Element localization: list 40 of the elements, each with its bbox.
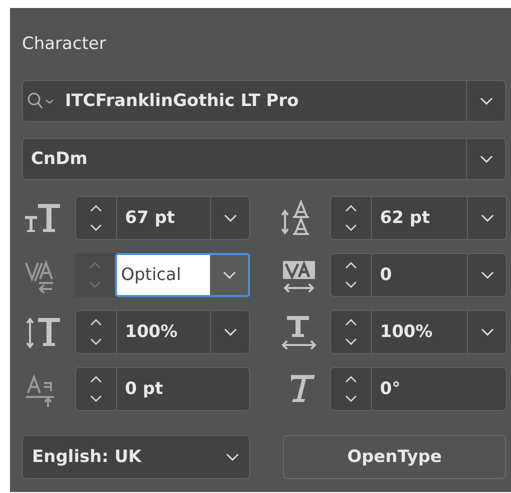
font-family-value: ITCFranklinGothic LT Pro — [64, 91, 300, 111]
up-down-arrows-icon — [344, 374, 358, 404]
chevron-down-icon — [480, 155, 492, 163]
up-down-arrows-icon — [89, 317, 103, 347]
up-down-arrows-icon — [88, 260, 102, 290]
field-value: 0° — [379, 378, 402, 401]
field-value: 100% — [379, 321, 434, 344]
panel-title: Character — [22, 33, 107, 56]
up-down-arrows-icon — [89, 203, 103, 233]
chevron-down-icon — [480, 214, 494, 222]
font-style-field[interactable]: CnDm — [22, 138, 506, 180]
number-field[interactable]: 62 pt — [330, 196, 507, 240]
chevron-down-icon — [480, 97, 492, 105]
field-value: 0 — [379, 264, 393, 287]
up-down-arrows-icon — [344, 203, 358, 233]
field-value: 100% — [124, 321, 179, 344]
up-down-arrows-icon — [344, 260, 358, 290]
chevron-down-icon — [226, 453, 239, 461]
chevron-down-icon — [480, 271, 494, 279]
number-field[interactable]: 100% — [75, 310, 250, 354]
chevron-down-icon — [222, 271, 236, 279]
up-down-arrows-icon — [344, 317, 358, 347]
chevron-down-icon — [224, 214, 236, 222]
font-style-value: CnDm — [30, 149, 88, 169]
opentype-button[interactable]: OpenType — [283, 435, 506, 479]
field-value: 0 pt — [124, 378, 164, 401]
chevron-down-icon — [480, 328, 494, 336]
number-field[interactable]: 0° — [330, 367, 507, 411]
field-value: Optical — [115, 253, 210, 297]
field-value: 62 pt — [379, 207, 431, 230]
up-down-arrows-icon — [89, 374, 103, 404]
language-dropdown[interactable]: English: UK — [22, 435, 250, 479]
font-family-field[interactable]: ITCFranklinGothic LT Pro — [22, 80, 506, 122]
number-field[interactable]: 0 — [330, 253, 507, 297]
chevron-down-icon — [224, 328, 236, 336]
number-field[interactable]: 0 pt — [75, 367, 250, 411]
language-value: English: UK — [32, 447, 142, 467]
number-field[interactable]: 100% — [330, 310, 507, 354]
field-value: 67 pt — [124, 207, 176, 230]
number-field[interactable]: 67 pt — [75, 196, 250, 240]
